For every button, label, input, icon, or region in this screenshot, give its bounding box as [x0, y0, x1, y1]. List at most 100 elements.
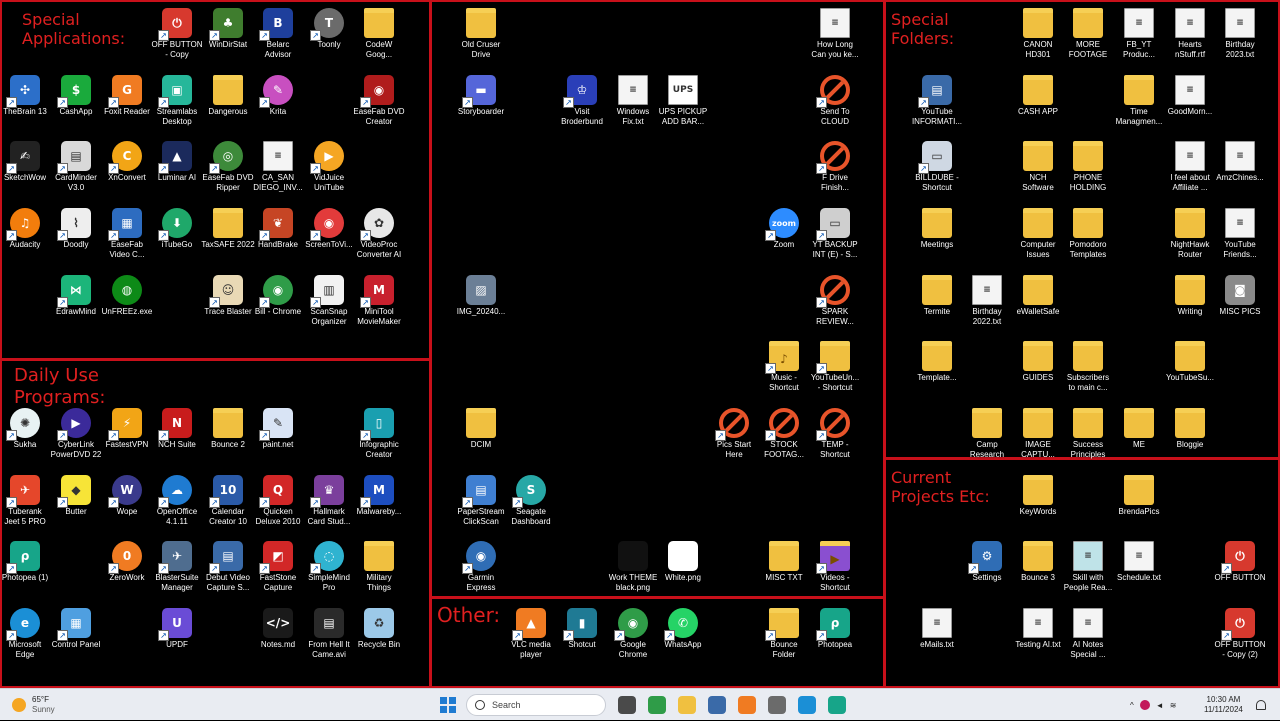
desktop-icon[interactable]: ◍ UnFREEz.exe	[91, 271, 163, 335]
system-tray[interactable]: ^ ◄ ≋	[1130, 689, 1176, 721]
desktop-icon[interactable]: ≡ GoodMorn...	[1154, 71, 1226, 135]
desktop-icon[interactable]: ▯ ↗ Infographic Creator	[343, 404, 415, 468]
desktop-icon-label: KeyWords	[1019, 507, 1057, 516]
desktop-icon[interactable]: ✎ ↗ paint.net	[242, 404, 314, 468]
desktop-icon[interactable]: Template...	[901, 337, 973, 401]
store-icon[interactable]	[708, 696, 726, 714]
desktop-icon[interactable]: ✎ ↗ Krita	[242, 71, 314, 135]
clock-time: 10:30 AM	[1206, 695, 1241, 704]
desktop-icon[interactable]: Military Things	[343, 537, 415, 601]
folder-icon[interactable]	[678, 696, 696, 714]
network-icon[interactable]	[1139, 700, 1150, 710]
file-explorer-icon[interactable]	[618, 696, 636, 714]
desktop-icon[interactable]: ◉ ↗ Garmin Express	[445, 537, 517, 601]
desktop-icon[interactable]: KeyWords	[1002, 471, 1074, 535]
desktop-icon[interactable]: M ↗ Malwareby...	[343, 471, 415, 535]
folder-icon	[922, 341, 952, 371]
desktop-icon[interactable]: eWalletSafe	[1002, 271, 1074, 335]
desktop-icon[interactable]: Subscribers to main c...	[1052, 337, 1124, 401]
notifications-button[interactable]	[1256, 689, 1266, 721]
desktop-icon[interactable]: ≡ YouTube Friends...	[1204, 204, 1276, 268]
desktop-icon[interactable]: ♻ Recycle Bin	[343, 604, 415, 668]
clock[interactable]: 10:30 AM 11/11/2024	[1204, 689, 1243, 721]
desktop-icon[interactable]: U ↗ UPDF	[141, 604, 213, 668]
desktop-icon-label: Infographic Creator	[359, 440, 399, 459]
edge-icon[interactable]	[798, 696, 816, 714]
chevron-up-icon[interactable]: ^	[1130, 701, 1134, 710]
desktop-icon[interactable]: PHONE HOLDING	[1052, 137, 1124, 201]
folder-icon	[769, 541, 799, 571]
weather-widget[interactable]: 65°F Sunny	[12, 689, 55, 721]
fence-title: Current Projects Etc:	[891, 468, 990, 506]
folder-icon	[1023, 408, 1053, 438]
desktop-icon[interactable]: ◉ ↗ EaseFab DVD Creator	[343, 71, 415, 135]
desktop-icon[interactable]: ▨ IMG_20240...	[445, 271, 517, 335]
desktop-icon[interactable]: ≡ eMails.txt	[901, 604, 973, 668]
desktop-icon[interactable]: ⏻ ↗ OFF BUTTON	[1204, 537, 1276, 601]
desktop-icon[interactable]: ▶ ↗ VidJuice UniTube	[293, 137, 365, 201]
desktop-icon[interactable]: ▦ ↗ Control Panel	[40, 604, 112, 668]
desktop-icon[interactable]: Meetings	[901, 204, 973, 268]
desktop-icon[interactable]: ✆ ↗ WhatsApp	[647, 604, 719, 668]
desktop-icon-label: MISC PICS	[1219, 307, 1261, 316]
photopea-icon[interactable]	[828, 696, 846, 714]
text-file-icon: ≡	[1175, 141, 1205, 171]
desktop-icon[interactable]: S ↗ Seagate Dashboard	[495, 471, 567, 535]
desktop-icon[interactable]: ▶ ↗ Videos - Shortcut	[799, 537, 871, 601]
document-icon: ≡	[1124, 8, 1154, 38]
desktop-icon[interactable]: CodeW Goog...	[343, 4, 415, 68]
settings-icon[interactable]	[768, 696, 786, 714]
desktop-icon-label: GoodMorn...	[1167, 107, 1213, 116]
desktop-icon-label: Garmin Express	[466, 573, 496, 592]
desktop-icon[interactable]: ≡ How Long Can you ke...	[799, 4, 871, 68]
desktop-icon[interactable]: ▭ ↗ BILLDUBE - Shortcut	[901, 137, 973, 201]
desktop-icon[interactable]: White.png	[647, 537, 719, 601]
chrome-icon[interactable]	[648, 696, 666, 714]
desktop-icon[interactable]: ▬ ↗ Storyboarder	[445, 71, 517, 135]
desktop-icon[interactable]: ◙ MISC PICS	[1204, 271, 1276, 335]
folder-icon	[213, 408, 243, 438]
desktop-icon[interactable]: ✿ ↗ VideoProc Converter AI	[343, 204, 415, 268]
desktop-icon[interactable]: ⏻ ↗ OFF BUTTON - Copy (2)	[1204, 604, 1276, 668]
sun-icon	[12, 698, 26, 712]
desktop-icon[interactable]: Old Cruser Drive	[445, 4, 517, 68]
desktop-icon[interactable]: ρ ↗ Photopea	[799, 604, 871, 668]
desktop-icon-label: White.png	[664, 573, 702, 582]
windows-icon	[440, 697, 456, 713]
desktop-icon[interactable]: UPS UPS PICKUP ADD BAR...	[647, 71, 719, 135]
desktop-icon[interactable]: YouTubeSu...	[1154, 337, 1226, 401]
desktop-icon[interactable]: ↗ Send To CLOUD	[799, 71, 871, 135]
desktop-icon-label: UnFREEz.exe	[101, 307, 153, 316]
desktop-icon[interactable]: ↗ F Drive Finish...	[799, 137, 871, 201]
desktop-icon[interactable]: ↗ SPARK REVIEW...	[799, 271, 871, 335]
ups-pickup-icon: UPS	[668, 75, 698, 105]
desktop-icon[interactable]: ↗ YouTubeUn... - Shortcut	[799, 337, 871, 401]
desktop-icon[interactable]: ≡ Schedule.txt	[1103, 537, 1175, 601]
desktop[interactable]: Special Applications: Daily Use Programs…	[0, 0, 1280, 688]
desktop-icon[interactable]: DCIM	[445, 404, 517, 468]
desktop-icon[interactable]: ≡ Birthday 2023.txt	[1204, 4, 1276, 68]
speaker-icon[interactable]: ◄	[1156, 701, 1164, 710]
desktop-icon[interactable]: ▤ ↗ YouTube INFORMATI...	[901, 71, 973, 135]
desktop-icon[interactable]: ρ ↗ Photopea (1)	[0, 537, 61, 601]
desktop-icon[interactable]: ↗ TEMP - Shortcut	[799, 404, 871, 468]
desktop-icon-label: Control Panel	[51, 640, 101, 649]
desktop-icon[interactable]: ≡ AI Notes Special ...	[1052, 604, 1124, 668]
desktop-icon[interactable]: Bloggie	[1154, 404, 1226, 468]
desktop-icon[interactable]: CASH APP	[1002, 71, 1074, 135]
wifi-icon[interactable]: ≋	[1170, 701, 1177, 710]
desktop-icon-label: OFF BUTTON	[1214, 573, 1266, 582]
desktop-icon[interactable]: ≡ AmzChines...	[1204, 137, 1276, 201]
desktop-icon-label: Krita	[269, 107, 287, 116]
desktop-icon[interactable]: BrendaPics	[1103, 471, 1175, 535]
desktop-icon[interactable]: M ↗ MiniTool MovieMaker	[343, 271, 415, 335]
desktop-icon[interactable]: Pomodoro Templates	[1052, 204, 1124, 268]
desktop-icon[interactable]: ▭ ↗ YT BACKUP INT (E) - S...	[799, 204, 871, 268]
desktop-icon-label: WhatsApp	[664, 640, 702, 649]
zerowork-icon[interactable]	[738, 696, 756, 714]
search-box[interactable]: Search	[466, 689, 606, 721]
desktop-icon-label: TEMP - Shortcut	[820, 440, 850, 459]
desktop-icon-label: Send To CLOUD	[820, 107, 850, 126]
desktop-icon-label: F Drive Finish...	[820, 173, 849, 192]
start-button[interactable]	[440, 689, 456, 721]
